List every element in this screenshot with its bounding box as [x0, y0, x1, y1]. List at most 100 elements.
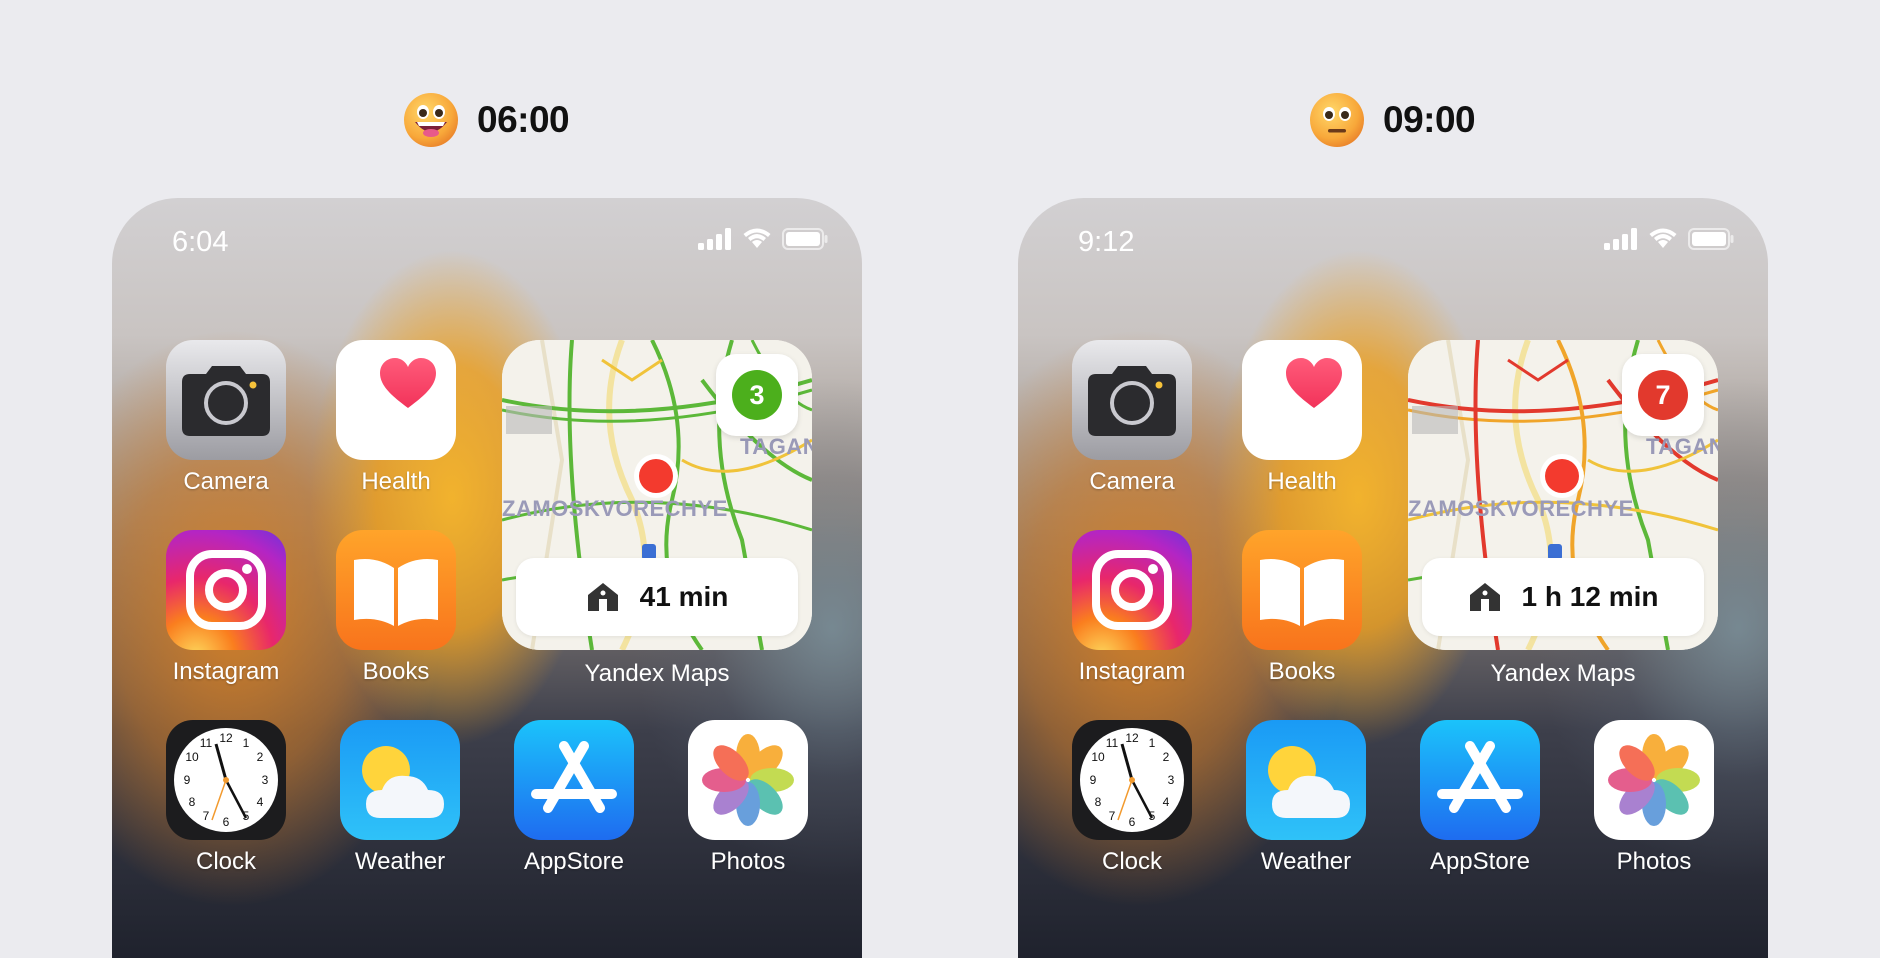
comparison-panel-morning: 06:00 6:04 Camera Health Instagram Books… — [0, 0, 940, 958]
svg-text:11: 11 — [200, 736, 213, 750]
svg-text:11: 11 — [1106, 736, 1119, 750]
status-bar-icons — [698, 228, 828, 250]
cellular-signal-icon — [698, 228, 731, 250]
heart-icon[interactable] — [1242, 340, 1362, 460]
app-camera[interactable]: Camera — [166, 340, 286, 496]
app-photos[interactable]: Photos — [1594, 720, 1714, 876]
traffic-score-badge: 7 — [1622, 354, 1704, 436]
map-district-label: TAGAN — [1646, 434, 1718, 459]
cellular-signal-icon — [1604, 228, 1637, 250]
app-label: AppStore — [523, 848, 625, 875]
battery-icon — [1688, 228, 1734, 250]
home-icon — [1469, 583, 1500, 611]
wifi-icon — [743, 228, 771, 248]
app-label: Health — [1267, 468, 1337, 495]
book-icon[interactable] — [336, 530, 456, 650]
instagram-icon[interactable] — [1072, 530, 1192, 650]
app-health[interactable]: Health — [336, 340, 456, 496]
app-appstore[interactable]: AppStore — [514, 720, 634, 876]
grinning-face-emoji-icon — [403, 92, 459, 148]
weather-icon[interactable] — [340, 720, 460, 840]
app-instagram[interactable]: Instagram — [166, 530, 286, 686]
battery-icon — [782, 228, 828, 250]
camera-icon[interactable] — [166, 340, 286, 460]
traffic-score: 7 — [1655, 379, 1671, 410]
route-home-card[interactable]: 41 min — [516, 558, 798, 636]
app-label: Weather — [1260, 848, 1352, 875]
app-label: Camera — [1089, 468, 1175, 495]
svg-text:10: 10 — [185, 750, 199, 764]
time-header: 09:00 — [1309, 92, 1476, 148]
route-time: 1 h 12 min — [1521, 581, 1659, 612]
svg-text:1: 1 — [1149, 736, 1156, 750]
clock-icon[interactable]: 121234567891011 — [166, 720, 286, 840]
svg-text:6: 6 — [223, 815, 230, 829]
svg-text:4: 4 — [1163, 795, 1170, 809]
svg-text:8: 8 — [1095, 795, 1102, 809]
app-weather[interactable]: Weather — [1246, 720, 1366, 876]
svg-text:4: 4 — [257, 795, 264, 809]
svg-text:10: 10 — [1091, 750, 1105, 764]
weather-icon[interactable] — [1246, 720, 1366, 840]
map-district-label: TAGAN — [740, 434, 812, 459]
svg-text:7: 7 — [203, 809, 210, 823]
app-camera[interactable]: Camera — [1072, 340, 1192, 496]
photos-icon[interactable] — [1594, 720, 1714, 840]
neutral-face-emoji-icon — [1309, 92, 1365, 148]
traffic-score-dot: 3 — [732, 370, 782, 420]
app-weather[interactable]: Weather — [340, 720, 460, 876]
app-label: Health — [361, 468, 431, 495]
book-icon[interactable] — [1242, 530, 1362, 650]
app-label: AppStore — [1429, 848, 1531, 875]
map-district-label: ZAMOSKVORECHYE — [1408, 496, 1634, 521]
route-time: 41 min — [639, 581, 729, 612]
svg-text:1: 1 — [243, 736, 250, 750]
app-appstore[interactable]: AppStore — [1420, 720, 1540, 876]
yandex-maps-widget[interactable]: ZAMOSKVORECHYE TAGAN 7 1 h 12 min — [1408, 340, 1718, 650]
appstore-icon[interactable] — [514, 720, 634, 840]
app-instagram[interactable]: Instagram — [1072, 530, 1192, 686]
traffic-score-dot: 7 — [1638, 370, 1688, 420]
heart-icon[interactable] — [336, 340, 456, 460]
svg-text:2: 2 — [1163, 750, 1170, 764]
camera-icon[interactable] — [1072, 340, 1192, 460]
svg-text:7: 7 — [1109, 809, 1116, 823]
status-bar-time: 9:12 — [1078, 226, 1135, 258]
appstore-icon[interactable] — [1420, 720, 1540, 840]
svg-text:8: 8 — [189, 795, 196, 809]
home-icon — [587, 583, 618, 611]
app-books[interactable]: Books — [336, 530, 456, 686]
phone-homescreen: 6:04 Camera Health Instagram Books ZAMOS… — [112, 198, 862, 958]
app-label: Photos — [1616, 848, 1692, 875]
comparison-panel-rush-hour: 09:00 9:12 Camera Health Instagram Books… — [906, 0, 1846, 958]
svg-text:6: 6 — [1129, 815, 1136, 829]
svg-text:9: 9 — [1090, 773, 1097, 787]
route-home-card[interactable]: 1 h 12 min — [1422, 558, 1704, 636]
status-bar-time: 6:04 — [172, 226, 229, 258]
photos-icon[interactable] — [688, 720, 808, 840]
app-label: Photos — [710, 848, 786, 875]
traffic-score-badge: 3 — [716, 354, 798, 436]
svg-text:2: 2 — [257, 750, 264, 764]
app-books[interactable]: Books — [1242, 530, 1362, 686]
svg-text:12: 12 — [219, 731, 233, 745]
traffic-score: 3 — [749, 379, 765, 410]
time-label: 09:00 — [1383, 99, 1476, 140]
phone-homescreen: 9:12 Camera Health Instagram Books ZAMOS… — [1018, 198, 1768, 958]
app-health[interactable]: Health — [1242, 340, 1362, 496]
instagram-icon[interactable] — [166, 530, 286, 650]
svg-text:9: 9 — [184, 773, 191, 787]
app-clock[interactable]: 121234567891011 Clock — [1072, 720, 1192, 876]
svg-text:3: 3 — [1168, 773, 1175, 787]
app-clock[interactable]: 121234567891011 Clock — [166, 720, 286, 876]
svg-text:12: 12 — [1125, 731, 1139, 745]
widget-label: Yandex Maps — [1490, 660, 1636, 687]
clock-icon[interactable]: 121234567891011 — [1072, 720, 1192, 840]
app-label: Weather — [354, 848, 446, 875]
yandex-maps-widget[interactable]: ZAMOSKVORECHYE TAGAN 3 41 min — [502, 340, 812, 650]
app-label: Camera — [183, 468, 269, 495]
widget-label: Yandex Maps — [584, 660, 730, 687]
map-district-label: ZAMOSKVORECHYE — [502, 496, 728, 521]
svg-text:3: 3 — [262, 773, 269, 787]
app-photos[interactable]: Photos — [688, 720, 808, 876]
